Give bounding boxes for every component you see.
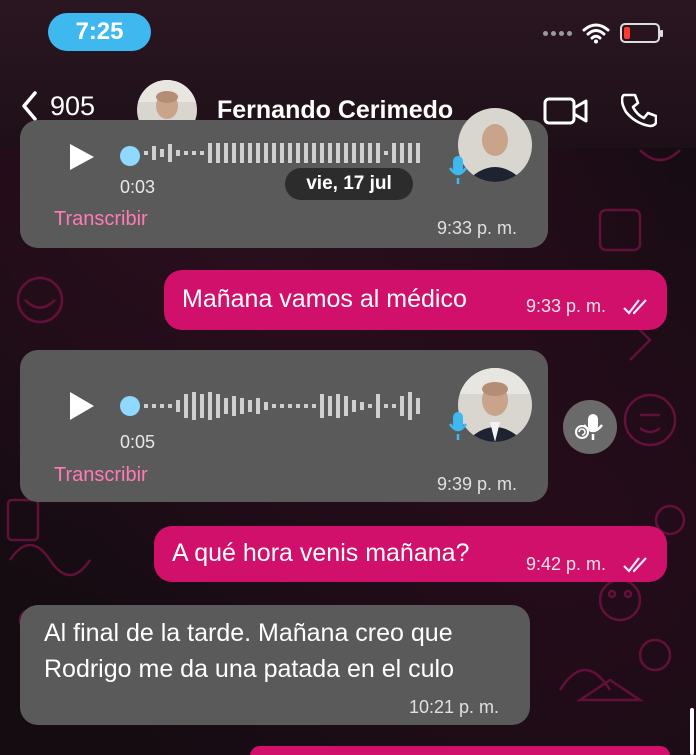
voice-message[interactable]: 0:05 Transcribir 9:39 p. m. [20, 350, 548, 502]
outgoing-message[interactable]: Mañana vamos al médico 9:33 p. m. [164, 270, 667, 330]
transcribe-button[interactable] [563, 400, 617, 454]
status-time[interactable]: 7:25 [48, 13, 151, 51]
transcribe-link[interactable]: Transcribir [54, 208, 148, 231]
voice-message[interactable]: 0:03 Transcribir 9:33 p. m. [20, 108, 548, 248]
microphone-icon [448, 156, 468, 184]
microphone-transcribe-icon [575, 414, 603, 440]
play-icon[interactable] [68, 144, 96, 170]
play-icon[interactable] [68, 392, 96, 420]
playhead[interactable] [120, 396, 140, 416]
voice-duration: 0:05 [120, 432, 156, 452]
waveform [144, 143, 420, 163]
message-text: A qué hora venis mañana? [172, 539, 470, 567]
status-indicators [543, 22, 663, 44]
battery-icon [620, 23, 663, 43]
message-line-1: Al final de la tarde. Mañana creo que [44, 619, 453, 647]
message-text: Mañana vamos al médico [182, 285, 467, 313]
phone-call-icon[interactable] [621, 92, 657, 128]
battery-level [624, 27, 631, 39]
message-time: 10:21 p. m. [409, 697, 500, 717]
unread-count: 905 [50, 90, 96, 121]
outgoing-message[interactable]: A qué hora venis mañana? 9:42 p. m. [154, 526, 667, 582]
back-button[interactable]: 905 [20, 90, 95, 122]
video-call-icon[interactable] [543, 96, 589, 126]
message-time: 9:33 p. m. [526, 296, 607, 316]
microphone-icon [448, 412, 468, 440]
voice-duration: 0:03 [120, 177, 156, 197]
message-time: 9:42 p. m. [526, 554, 607, 574]
outgoing-message-partial[interactable] [250, 746, 670, 755]
date-separator: vie, 17 jul [285, 168, 413, 200]
scrollbar[interactable] [690, 708, 694, 755]
sender-avatar [458, 368, 532, 442]
sender-avatar [458, 108, 532, 182]
message-line-2: Rodrigo me da una patada en el culo [44, 655, 455, 683]
read-receipt-icon [623, 557, 647, 573]
waveform [144, 392, 420, 420]
transcribe-link[interactable]: Transcribir [54, 464, 148, 487]
message-time: 9:33 p. m. [437, 218, 518, 238]
playhead[interactable] [120, 146, 140, 166]
wifi-icon [582, 23, 610, 44]
chevron-left-icon [22, 91, 37, 121]
incoming-message[interactable]: Al final de la tarde. Mañana creo que Ro… [20, 605, 530, 725]
message-time: 9:39 p. m. [437, 474, 518, 494]
cellular-signal-icon [543, 30, 572, 36]
read-receipt-icon [623, 299, 647, 315]
